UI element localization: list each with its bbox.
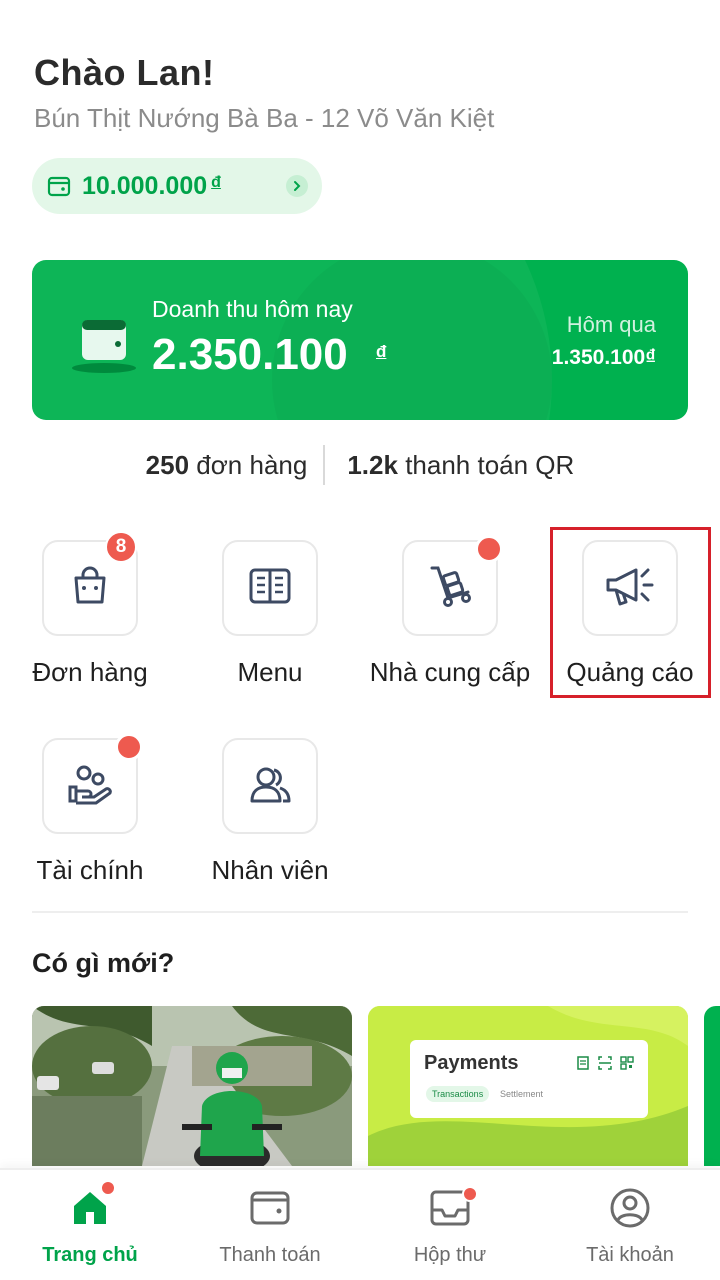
news-photo-image	[32, 1006, 352, 1166]
shortcut-staff[interactable]	[222, 738, 318, 834]
hand-truck-icon	[426, 562, 474, 615]
revenue-label: Doanh thu hôm nay	[152, 296, 353, 322]
orders-badge: 8	[105, 531, 137, 563]
finance-hand-icon	[66, 761, 114, 812]
shortcut-staff-label: Nhân viên	[211, 855, 329, 885]
qr-code-icon	[620, 1056, 634, 1075]
nav-home-label: Trang chủ	[42, 1244, 138, 1266]
suppliers-notification-dot	[475, 535, 503, 563]
wallet-balance-button[interactable]: 10.000.000 đ	[32, 158, 322, 214]
nav-account[interactable]: Tài khoản	[540, 1170, 720, 1280]
nav-payment-label: Thanh toán	[219, 1244, 321, 1266]
bottom-navigation: Trang chủ Thanh toán Hộp thư Tài khoản	[0, 1168, 720, 1280]
shortcut-orders-label: Đơn hàng	[32, 657, 148, 687]
news-section-title: Có gì mới?	[32, 948, 175, 978]
wallet-currency: đ	[211, 174, 221, 191]
yesterday-value: 1.350.100₫	[551, 346, 656, 369]
payments-tab-settlement: Settlement	[500, 1089, 544, 1099]
yesterday-label: Hôm qua	[566, 312, 656, 337]
shortcut-suppliers-label: Nhà cung cấp	[369, 657, 531, 687]
receipt-icon	[576, 1056, 590, 1075]
wallet-illustration-icon	[70, 316, 150, 376]
nav-inbox-label: Hộp thư	[413, 1244, 487, 1266]
qr-label: thanh toán QR	[405, 449, 575, 480]
menu-book-icon	[247, 564, 293, 613]
payments-title: Payments	[424, 1052, 519, 1074]
shopping-bag-icon	[68, 564, 112, 613]
stats-divider	[323, 445, 326, 485]
account-icon	[608, 1186, 652, 1230]
nav-inbox[interactable]: Hộp thư	[360, 1170, 540, 1280]
greeting-title: Chào Lan!	[34, 52, 215, 93]
news-card-payments[interactable]: Payments Transactions Settlement	[368, 1006, 688, 1166]
payments-preview: Payments Transactions Settlement	[410, 1040, 648, 1118]
revenue-value: 2.350.100	[152, 330, 348, 379]
highlight-box	[550, 527, 711, 698]
revenue-card[interactable]: Doanh thu hôm nay 2.350.100 đ Hôm qua 1.…	[32, 260, 688, 420]
orders-label: đơn hàng	[196, 449, 308, 480]
revenue-currency: đ	[376, 342, 387, 361]
stats-summary: 250 đơn hàng 1.2k thanh toán QR	[0, 443, 720, 487]
scan-icon	[598, 1056, 612, 1075]
wallet-icon	[248, 1186, 292, 1230]
news-card-driver[interactable]	[32, 1006, 352, 1166]
payments-tab-transactions: Transactions	[426, 1086, 490, 1102]
home-notification-dot	[100, 1180, 116, 1196]
nav-payment[interactable]: Thanh toán	[180, 1170, 360, 1280]
chevron-right-icon	[286, 175, 308, 197]
section-divider	[32, 911, 688, 913]
shortcut-menu[interactable]	[222, 540, 318, 636]
store-name: Bún Thịt Nướng Bà Ba - 12 Võ Văn Kiệt	[34, 103, 495, 133]
wallet-icon	[46, 173, 72, 199]
payments-icons	[576, 1056, 634, 1075]
finance-notification-dot	[115, 733, 143, 761]
nav-home[interactable]: Trang chủ	[0, 1170, 180, 1280]
wallet-amount: 10.000.000	[82, 171, 208, 200]
orders-count: 250	[145, 449, 190, 480]
nav-account-label: Tài khoản	[586, 1244, 674, 1266]
inbox-notification-dot	[462, 1186, 478, 1202]
news-card-partial[interactable]	[704, 1006, 720, 1166]
shortcut-menu-label: Menu	[237, 657, 303, 687]
shortcut-finance-label: Tài chính	[36, 855, 144, 885]
qr-count: 1.2k	[347, 449, 398, 480]
staff-icon	[246, 761, 294, 812]
